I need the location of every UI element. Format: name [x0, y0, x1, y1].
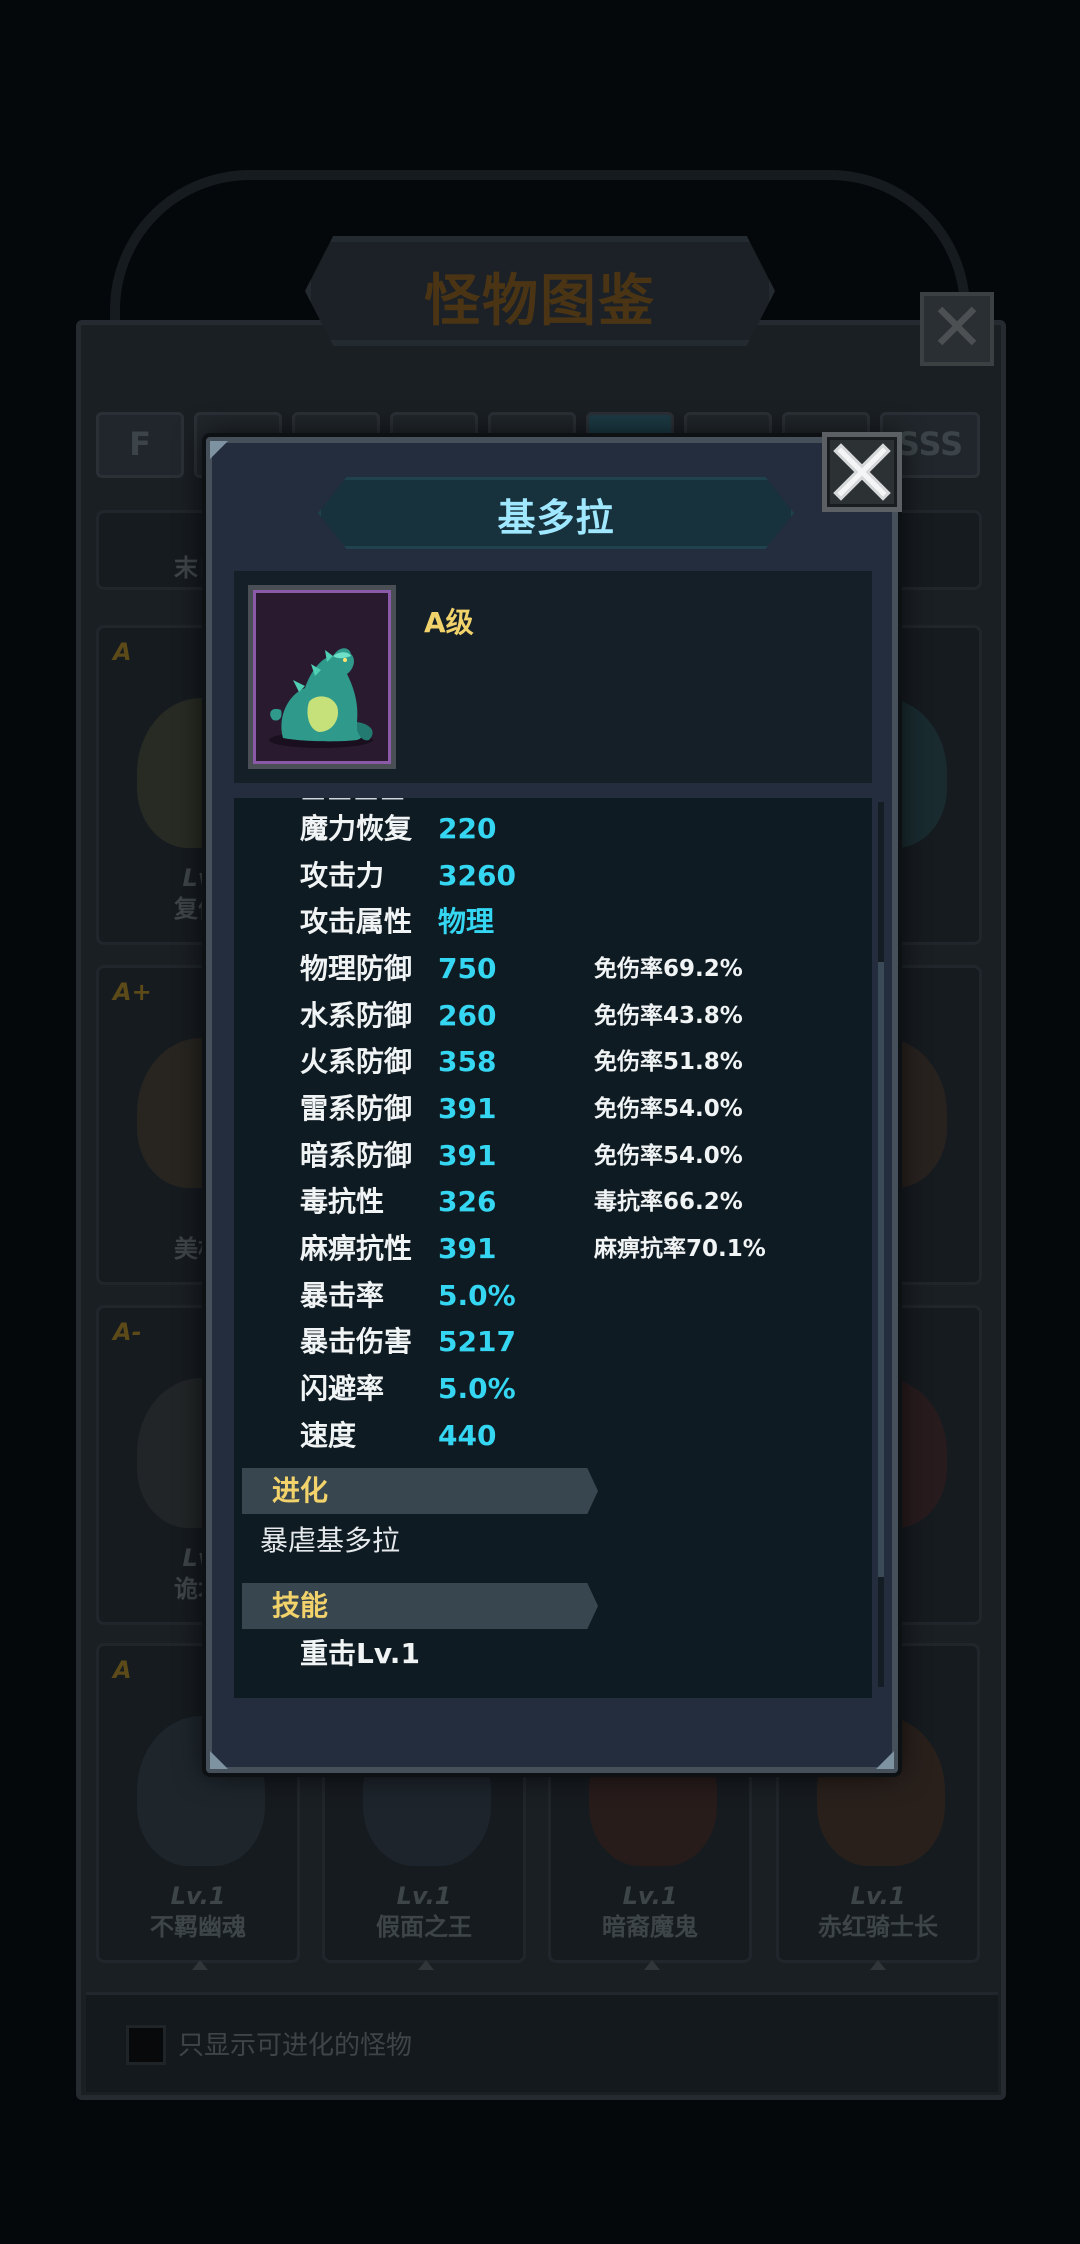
- stat-value: 326: [438, 1185, 497, 1218]
- stat-row: 毒抗性 326 毒抗率66.2%: [234, 1179, 854, 1225]
- stat-label: 暴击率: [300, 1279, 385, 1312]
- monster-name: 假面之王: [376, 1913, 472, 1941]
- filter-footer: 只显示可进化的怪物: [86, 1992, 998, 2092]
- monster-header-panel: A级: [234, 571, 872, 783]
- stat-label: 火系防御: [300, 1045, 413, 1078]
- stat-row: 水系防御 260 免伤率43.8%: [234, 993, 854, 1039]
- monster-detail-modal: 基多拉 A级 ■■■■ 魔力恢复 220 攻击力 3260: [206, 437, 898, 1773]
- rank-badge: A-: [113, 1318, 142, 1346]
- stat-label: 雷系防御: [300, 1092, 413, 1125]
- stat-label: 毒抗性: [300, 1185, 385, 1218]
- scroll-arrow-icon: [870, 1960, 886, 1970]
- monster-level: Lv.1: [170, 1882, 226, 1910]
- stat-note: 毒抗率66.2%: [594, 1189, 743, 1215]
- stat-value: 220: [438, 812, 497, 845]
- stat-label: 麻痹抗性: [300, 1232, 413, 1265]
- monster-name: 赤红骑士长: [818, 1913, 938, 1941]
- stat-value: 358: [438, 1045, 497, 1078]
- stat-note: 免伤率54.0%: [594, 1096, 743, 1122]
- stat-label: 攻击属性: [300, 905, 413, 938]
- skills-section-header: 技能: [242, 1583, 598, 1629]
- stat-row: 闪避率 5.0%: [234, 1366, 854, 1412]
- stat-label: 水系防御: [300, 999, 413, 1032]
- scroll-arrow-icon: [644, 1960, 660, 1970]
- evolution-section-header: 进化: [242, 1468, 598, 1514]
- tab-rank-f[interactable]: F: [96, 412, 184, 478]
- evolvable-filter-label: 只显示可进化的怪物: [178, 2031, 413, 2061]
- stat-note: 免伤率54.0%: [594, 1143, 743, 1169]
- stat-row: 暴击伤害 5217: [234, 1319, 854, 1365]
- monster-level: Lv.1: [396, 1882, 452, 1910]
- skills-section-label: 技能: [272, 1589, 329, 1622]
- stat-panel-scrollbar[interactable]: [878, 802, 884, 1687]
- scroll-arrow-icon: [418, 1960, 434, 1970]
- evolution-target[interactable]: 暴虐基多拉: [260, 1518, 400, 1564]
- corner-ornament: [210, 441, 228, 459]
- stat-row: 火系防御 358 免伤率51.8%: [234, 1039, 854, 1085]
- stat-value: 260: [438, 999, 497, 1032]
- stat-value: 物理: [438, 905, 495, 938]
- rank-badge: A+: [113, 978, 152, 1006]
- monster-sprite-icon: [269, 648, 373, 748]
- stat-note: 免伤率51.8%: [594, 1049, 743, 1075]
- monster-name: 不羁幽魂: [150, 1913, 246, 1941]
- close-button[interactable]: [822, 432, 902, 512]
- corner-ornament: [210, 1751, 228, 1769]
- monster-name-title: 基多拉: [497, 496, 615, 540]
- corner-ornament: [876, 1751, 894, 1769]
- close-icon: [833, 443, 891, 501]
- stat-value: 5217: [438, 1325, 516, 1358]
- monster-level: Lv.1: [622, 1882, 678, 1910]
- rank-badge: A: [113, 638, 132, 666]
- stat-note: 麻痹抗率70.1%: [594, 1236, 766, 1262]
- stat-label: 暴击伤害: [300, 1325, 413, 1358]
- stat-note: 免伤率43.8%: [594, 1003, 743, 1029]
- monster-book-title: 怪物图鉴: [424, 269, 656, 334]
- stat-value: 440: [438, 1419, 497, 1452]
- stat-value: 5.0%: [438, 1279, 516, 1312]
- stat-label: 速度: [300, 1419, 357, 1452]
- stat-row: 雷系防御 391 免伤率54.0%: [234, 1086, 854, 1132]
- monster-grade: A级: [424, 606, 474, 639]
- monster-level: Lv.1: [850, 1882, 906, 1910]
- skill-item[interactable]: 重击Lv.1: [300, 1631, 420, 1677]
- stat-row: 攻击属性 物理: [234, 899, 854, 945]
- monster-name: 暗裔魔鬼: [602, 1913, 698, 1941]
- stat-row: 暴击率 5.0%: [234, 1273, 854, 1319]
- evolvable-filter-checkbox[interactable]: [126, 2025, 166, 2065]
- stat-label: 攻击力: [300, 859, 385, 892]
- stat-value: 5.0%: [438, 1372, 516, 1405]
- monster-portrait: [248, 585, 396, 769]
- stat-row: 物理防御 750 免伤率69.2%: [234, 946, 854, 992]
- monster-stat-panel[interactable]: ■■■■ 魔力恢复 220 攻击力 3260 攻击属性 物理 物理防御 750 …: [234, 798, 872, 1698]
- stat-row: 速度 440: [234, 1413, 854, 1459]
- evolution-section-label: 进化: [272, 1474, 329, 1507]
- bg-close-button[interactable]: ✕: [920, 292, 994, 366]
- stat-label: 闪避率: [300, 1372, 385, 1405]
- stat-value: 391: [438, 1139, 497, 1172]
- stat-label: 魔力恢复: [300, 812, 413, 845]
- stat-note: 免伤率69.2%: [594, 956, 743, 982]
- stat-row: 魔力恢复 220: [234, 806, 854, 852]
- stat-row: 攻击力 3260: [234, 853, 854, 899]
- stat-value: 391: [438, 1092, 497, 1125]
- scroll-arrow-icon: [192, 1960, 208, 1970]
- stat-panel-scroll-thumb[interactable]: [878, 962, 884, 1577]
- stat-row: 麻痹抗性 391 麻痹抗率70.1%: [234, 1226, 854, 1272]
- stat-value: 750: [438, 952, 497, 985]
- stat-label: 暗系防御: [300, 1139, 413, 1172]
- rank-badge: A: [113, 1656, 132, 1684]
- stat-value: 3260: [438, 859, 516, 892]
- stat-row: 暗系防御 391 免伤率54.0%: [234, 1133, 854, 1179]
- stat-value: 391: [438, 1232, 497, 1265]
- stat-label: 物理防御: [300, 952, 413, 985]
